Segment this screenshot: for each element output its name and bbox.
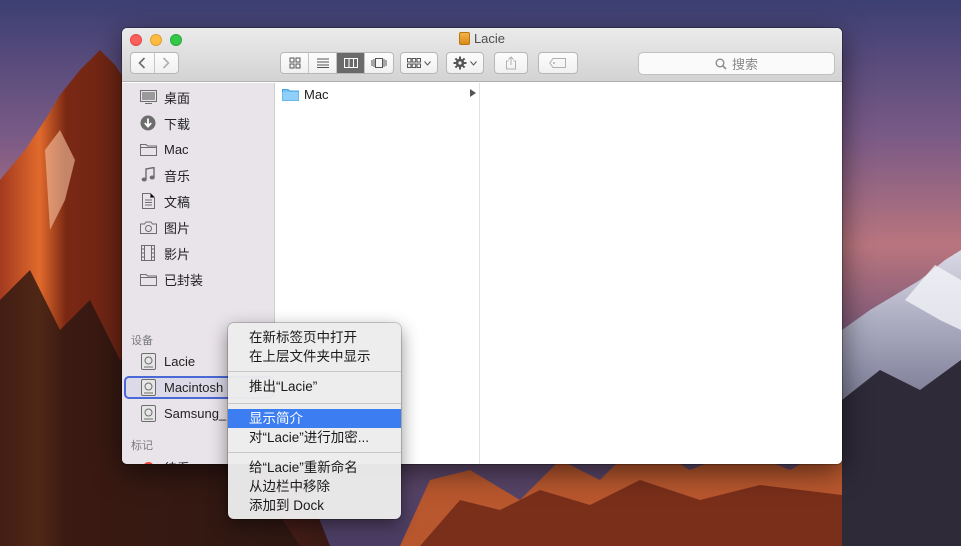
chevron-right-icon [163,57,170,69]
folder-icon [139,140,157,158]
column-view-button[interactable] [337,53,365,73]
sidebar-section-devices: 设备 [131,335,153,347]
menu-item-rename[interactable]: 给“Lacie”重新命名 [228,458,401,477]
sidebar-item-packaged[interactable]: 已封装 [139,268,203,290]
share-button[interactable] [494,52,528,74]
tags-button[interactable] [538,52,578,74]
sidebar-item-label: 图片 [164,220,191,236]
drive-icon [139,404,157,422]
menu-item-add-to-dock[interactable]: 添加到 Dock [228,496,401,515]
sidebar-item-label: 桌面 [164,90,191,106]
sidebar-item-music[interactable]: 音乐 [139,164,190,186]
menu-separator [228,452,401,453]
action-button[interactable] [446,52,484,74]
view-mode-control [280,52,394,74]
sidebar-item-label: 音乐 [164,168,191,184]
drive-icon [139,352,157,370]
sidebar-item-label: Macintosh [164,379,224,395]
drive-icon [458,32,470,45]
sidebar-item-label: Mac [164,141,189,157]
download-icon [139,114,157,132]
sidebar-item-lacie[interactable]: Lacie [139,350,195,372]
menu-item-open-in-new-tab[interactable]: 在新标签页中打开 [228,328,401,347]
arrange-grid-icon [407,58,421,68]
sidebar-item-movies[interactable]: 影片 [139,242,190,264]
chevron-down-icon [424,60,431,66]
search-placeholder: 搜索 [731,57,758,72]
sidebar-item-pictures[interactable]: 图片 [139,216,190,238]
drive-icon [139,378,157,396]
sidebar-item-label: 文稿 [164,194,191,210]
arrange-button[interactable] [400,52,438,74]
back-button[interactable] [131,53,155,73]
red-tag-dot-icon [139,458,157,464]
menu-item-encrypt[interactable]: 对“Lacie”进行加密... [228,428,401,447]
chevron-left-icon [138,57,146,69]
coverflow-icon [371,58,387,68]
gear-icon [453,56,467,70]
titlebar: Lacie 搜索 [122,28,842,82]
folder-icon [282,88,299,101]
column-item-label: Mac [304,86,329,102]
chevron-down-icon [470,60,477,66]
search-icon [715,58,727,70]
sidebar-item-label: 已封装 [164,272,204,288]
sidebar-item-label: Lacie [164,353,196,369]
sidebar-item-label: 下载 [164,116,191,132]
sidebar-section-tags: 标记 [131,440,153,452]
disclosure-arrow-icon [470,89,476,97]
sidebar-item-documents[interactable]: 文稿 [139,190,190,212]
sidebar-item-label: 待看 [164,458,190,465]
grid-icon [289,57,300,69]
menu-item-get-info[interactable]: 显示简介 [228,409,401,428]
window-title-text: Lacie [473,31,506,46]
film-icon [139,244,157,262]
gallery-view-button[interactable] [365,53,393,73]
menu-separator [228,371,401,372]
tag-dot [142,461,154,464]
search-field[interactable]: 搜索 [638,52,835,75]
folder-icon [139,270,157,288]
list-view-button[interactable] [309,53,337,73]
desktop-icon [139,88,157,106]
back-forward-group [130,52,179,74]
icon-view-button[interactable] [281,53,309,73]
share-icon [506,56,516,70]
tag-icon [549,58,566,68]
sidebar-item-downloads[interactable]: 下载 [139,112,190,134]
sidebar-item-desktop[interactable]: 桌面 [139,86,190,108]
menu-separator [228,403,401,404]
menu-item-eject[interactable]: 推出“Lacie” [228,377,401,396]
sidebar-tag-to-watch[interactable]: 待看 [139,456,190,464]
window-title: Lacie [122,31,842,47]
document-icon [139,192,157,210]
menu-item-show-in-enclosing-folder[interactable]: 在上层文件夹中显示 [228,347,401,366]
list-icon [316,58,329,68]
sidebar-item-macintosh[interactable]: Macintosh [139,376,223,398]
camera-icon [139,218,157,236]
menu-item-remove-from-sidebar[interactable]: 从边栏中移除 [228,477,401,496]
column-item-mac[interactable]: Mac [282,85,478,103]
column-2 [481,83,842,464]
context-menu: 在新标签页中打开 在上层文件夹中显示 推出“Lacie” 显示简介 对“Laci… [228,323,401,519]
sidebar-item-mac[interactable]: Mac [139,138,189,160]
sidebar-item-label: Samsung_ [164,405,227,421]
columns-icon [343,58,358,68]
sidebar-item-label: 影片 [164,246,191,262]
forward-button[interactable] [155,53,178,73]
sidebar-item-samsung[interactable]: Samsung_ [139,402,226,424]
music-icon [139,166,157,184]
